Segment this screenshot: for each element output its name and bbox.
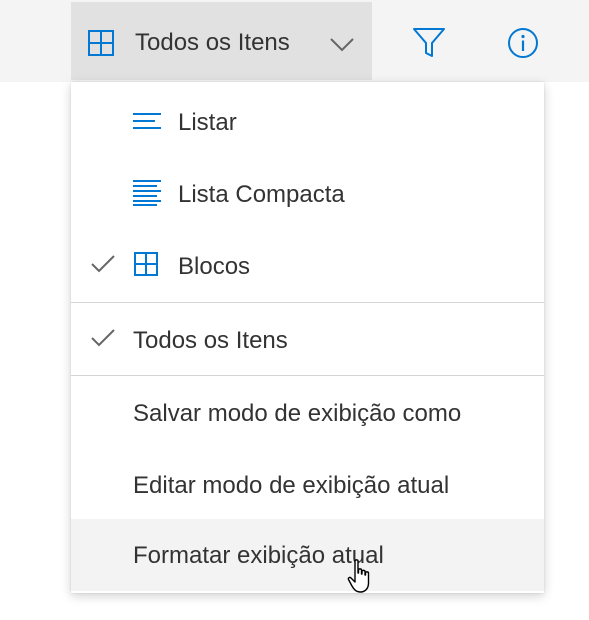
menu-item-all-items[interactable]: Todos os Itens: [71, 303, 544, 375]
menu-item-edit-current-view[interactable]: Editar modo de exibição atual: [71, 448, 544, 520]
tiles-icon: [134, 252, 158, 281]
checkmark-icon: [91, 329, 115, 352]
menu-item-save-view-as[interactable]: Salvar modo de exibição como: [71, 376, 544, 448]
menu-item-label: Lista Compacta: [178, 181, 345, 208]
grid-icon: [88, 30, 114, 61]
menu-item-label: Blocos: [178, 253, 251, 280]
chevron-down-icon: [330, 38, 354, 57]
compact-list-icon: [133, 180, 161, 211]
menu-item-compact-list[interactable]: Lista Compacta: [71, 157, 544, 229]
menu-item-label: Salvar modo de exibição como: [133, 400, 462, 427]
menu-item-tiles[interactable]: Blocos: [71, 229, 544, 301]
info-icon[interactable]: [507, 27, 539, 64]
view-switcher-label: Todos os Itens: [135, 29, 290, 56]
view-options-menu: Listar Lista Compacta Blocos Todos os It…: [71, 82, 544, 593]
hand-pointer-cursor-icon: [347, 559, 375, 600]
filter-icon[interactable]: [412, 27, 446, 64]
checkmark-icon: [91, 255, 115, 278]
command-bar: Todos os Itens: [0, 0, 589, 82]
menu-item-label: Listar: [178, 109, 237, 136]
view-switcher-button[interactable]: Todos os Itens: [71, 2, 372, 80]
menu-item-label: Editar modo de exibição atual: [133, 472, 450, 499]
menu-item-label: Todos os Itens: [133, 327, 288, 354]
list-icon: [133, 113, 161, 134]
menu-item-list[interactable]: Listar: [71, 85, 544, 157]
menu-item-format-current-view[interactable]: Formatar exibição atual: [71, 519, 544, 591]
